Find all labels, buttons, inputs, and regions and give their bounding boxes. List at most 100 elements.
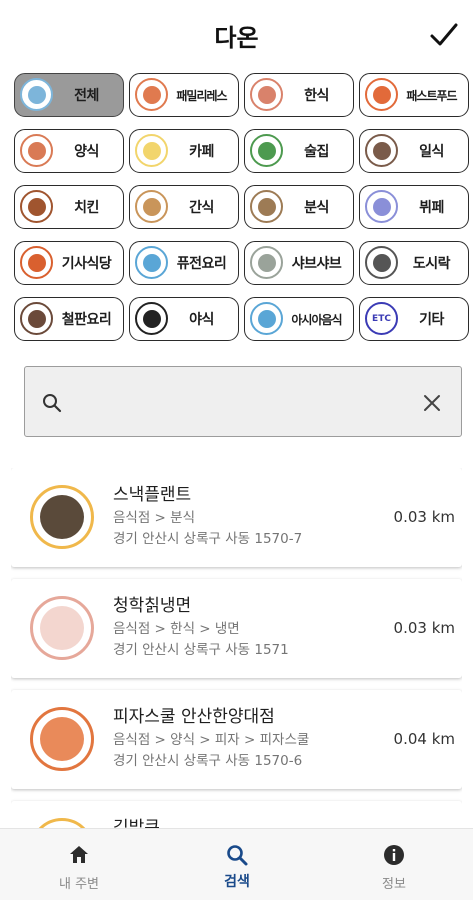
category-label: 양식	[74, 144, 99, 160]
result-list: 스낵플랜트 음식점 > 분식 경기 안산시 상록구 사동 1570-7 0.03 km…	[11, 468, 462, 830]
buffet-icon	[365, 190, 398, 223]
app-header: 다온	[0, 0, 473, 70]
category-chip[interactable]: 퓨전요리	[129, 241, 239, 285]
category-label: 아시아음식	[291, 312, 342, 327]
plate-icon	[135, 246, 168, 279]
hotpot-icon	[250, 246, 283, 279]
category-label: 분식	[304, 200, 329, 216]
nav-label: 정보	[382, 877, 406, 892]
category-label: 야식	[189, 312, 214, 328]
tteokbokki-icon	[250, 190, 283, 223]
category-label: 퓨전요리	[176, 256, 227, 272]
category-chip[interactable]: 치킨	[14, 185, 124, 229]
result-card[interactable]: 스낵플랜트 음식점 > 분식 경기 안산시 상록구 사동 1570-7 0.03 km	[11, 468, 462, 567]
icon-fill	[27, 253, 46, 272]
etc-icon: ETC	[365, 302, 398, 335]
category-chip[interactable]: 간식	[129, 185, 239, 229]
snack-icon	[135, 190, 168, 223]
search-input[interactable]	[75, 385, 415, 419]
asian-plate-icon	[250, 302, 283, 335]
tray-icon	[20, 246, 53, 279]
category-chip[interactable]: 카페	[129, 129, 239, 173]
category-chip[interactable]: 샤브샤브	[244, 241, 354, 285]
bowl-icon	[250, 78, 283, 111]
category-chip[interactable]: 철판요리	[14, 297, 124, 341]
icon-fill	[372, 141, 391, 160]
category-chip[interactable]: 아시아음식	[244, 297, 354, 341]
grill-icon	[20, 302, 53, 335]
icon-fill	[372, 197, 391, 216]
category-chip[interactable]: 야식	[129, 297, 239, 341]
result-card[interactable]: 청학칡냉면 음식점 > 한식 > 냉면 경기 안산시 상록구 사동 1571 0.03…	[11, 579, 462, 678]
check-icon[interactable]	[429, 20, 459, 50]
drink-icon	[250, 134, 283, 167]
nav-item-nearby[interactable]: 내 주변	[0, 829, 158, 900]
lunchbox-icon	[365, 246, 398, 279]
category-label: 기타	[419, 312, 444, 328]
cloche-icon	[20, 78, 53, 111]
category-label: 도시락	[412, 256, 451, 272]
icon-fill	[142, 141, 161, 160]
category-chip[interactable]: ETC 기타	[359, 297, 469, 341]
icon-fill	[142, 85, 161, 104]
category-label: 철판요리	[61, 312, 112, 328]
icon-fill	[142, 309, 161, 328]
nav-label: 검색	[224, 874, 250, 890]
category-chip[interactable]: 전체	[14, 73, 124, 117]
result-address: 경기 안산시 상록구 사동 1570-7	[113, 531, 303, 547]
category-label: 뷔페	[419, 200, 444, 216]
category-label: 치킨	[74, 200, 99, 216]
result-distance: 0.04 km	[393, 730, 455, 748]
burger-icon	[365, 78, 398, 111]
icon-fill	[257, 253, 276, 272]
category-label: 샤브샤브	[291, 256, 342, 272]
category-grid: 전체 패밀리레스 한식 패스트푸드양식 카페 술집 일식치킨 간식 분식 뷔페기사식당 퓨전요리 샤브…	[14, 73, 469, 341]
result-name: 스낵플랜트	[113, 485, 192, 505]
category-chip[interactable]: 뷔페	[359, 185, 469, 229]
category-label: 간식	[189, 200, 214, 216]
icon-fill	[372, 253, 391, 272]
category-chip[interactable]: 술집	[244, 129, 354, 173]
result-address: 경기 안산시 상록구 사동 1570-6	[113, 753, 303, 769]
category-chip[interactable]: 분식	[244, 185, 354, 229]
icon-fill	[27, 197, 46, 216]
snack-food-icon	[30, 485, 94, 549]
result-card[interactable]: 피자스쿨 안산한양대점 음식점 > 양식 > 피자 > 피자스쿨 경기 안산시 상록…	[11, 690, 462, 789]
icon-fill	[142, 197, 161, 216]
icon-fill	[257, 197, 276, 216]
category-label: 패밀리레스	[176, 88, 227, 103]
icon-fill	[142, 253, 161, 272]
category-chip[interactable]: 양식	[14, 129, 124, 173]
nav-item-info[interactable]: 정보	[315, 829, 473, 900]
icon-fill	[257, 141, 276, 160]
info-icon	[384, 845, 404, 865]
icon-fill	[27, 141, 46, 160]
result-category: 음식점 > 한식 > 냉면	[113, 621, 240, 637]
category-label: 술집	[304, 144, 329, 160]
icon-fill	[257, 85, 276, 104]
category-chip[interactable]: 패밀리레스	[129, 73, 239, 117]
category-chip[interactable]: 패스트푸드	[359, 73, 469, 117]
category-chip[interactable]: 기사식당	[14, 241, 124, 285]
category-chip[interactable]: 도시락	[359, 241, 469, 285]
result-name: 피자스쿨 안산한양대점	[113, 707, 275, 727]
category-label: 한식	[304, 88, 329, 104]
result-card[interactable]: 김밥큐	[11, 801, 462, 830]
category-chip[interactable]: 한식	[244, 73, 354, 117]
clear-icon[interactable]	[421, 392, 443, 414]
sushi-icon	[365, 134, 398, 167]
logo-fill	[40, 495, 84, 539]
result-distance: 0.03 km	[393, 619, 455, 637]
category-label: 카페	[189, 144, 214, 160]
moon-icon	[135, 302, 168, 335]
nav-item-search[interactable]: 검색	[158, 829, 316, 900]
icon-fill	[27, 85, 46, 104]
nav-label: 내 주변	[58, 877, 99, 892]
search-icon	[227, 845, 248, 866]
pasta-plate-icon	[30, 707, 94, 771]
home-icon	[70, 846, 88, 863]
category-chip[interactable]: 일식	[359, 129, 469, 173]
category-label: 전체	[74, 88, 99, 104]
icon-fill	[372, 85, 391, 104]
etc-icon-text: ETC	[372, 313, 391, 324]
